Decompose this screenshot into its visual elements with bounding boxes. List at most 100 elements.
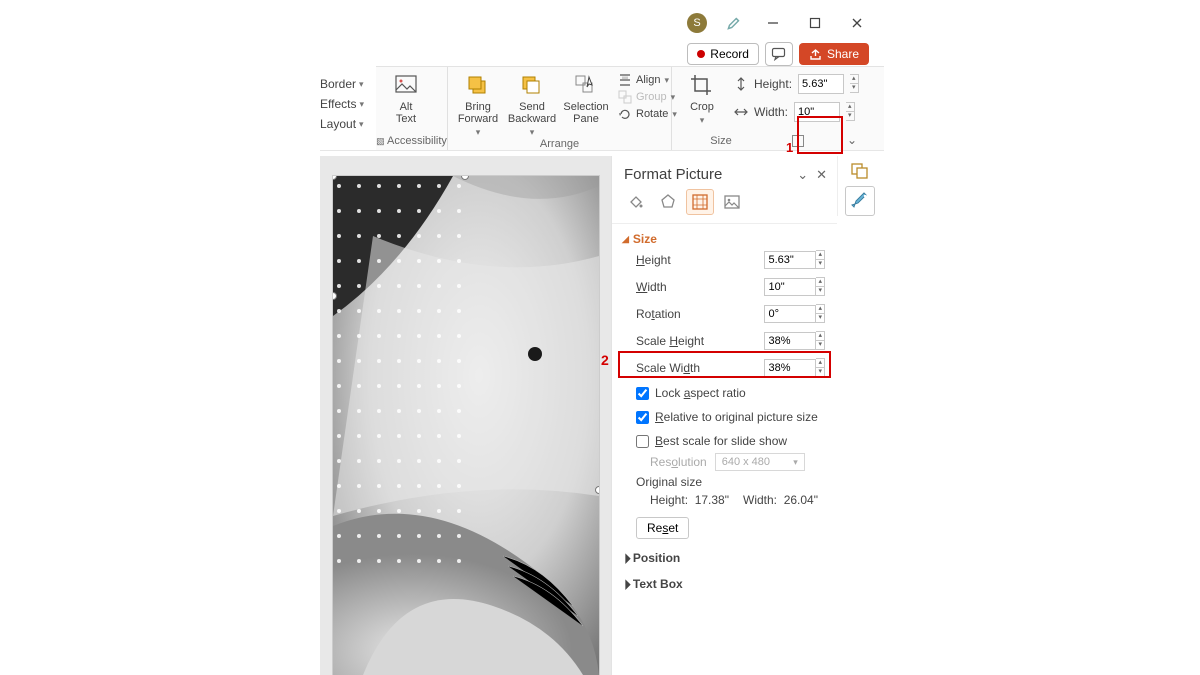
- spinner[interactable]: ▴▾: [816, 250, 825, 269]
- annotation-label-1: 1: [786, 140, 793, 155]
- layout-menu[interactable]: Layout▾: [320, 114, 364, 134]
- chevron-down-icon: ▾: [476, 127, 481, 138]
- width-field: Width ▴▾: [622, 273, 829, 300]
- size-properties-icon: [691, 193, 709, 211]
- relative-original-checkbox[interactable]: [636, 411, 649, 424]
- size-section-header[interactable]: ◢ Size: [622, 232, 829, 246]
- spinner[interactable]: ▴▾: [816, 331, 825, 350]
- ribbon-group-arrange: Bring Forward ▾ Send Backward ▾ Selectio…: [448, 67, 672, 151]
- effects-menu[interactable]: Effects▾: [320, 94, 364, 114]
- align-icon: [618, 73, 632, 87]
- group-menu[interactable]: Group▾: [618, 90, 677, 104]
- send-backward-button[interactable]: Send Backward ▾: [510, 73, 554, 138]
- selection-pane-icon: [573, 73, 599, 99]
- pane-title: Format Picture: [624, 166, 722, 183]
- chevron-down-icon: ▾: [530, 127, 535, 138]
- designer-icon: [850, 191, 870, 211]
- best-scale-checkbox[interactable]: [636, 435, 649, 448]
- textbox-section-header[interactable]: ◢ Text Box: [622, 577, 829, 591]
- annotation-box-2: [618, 351, 831, 378]
- border-menu[interactable]: Border▾: [320, 74, 364, 94]
- resolution-row: Resolution 640 x 480 ▾: [622, 453, 829, 471]
- paint-bucket-icon: [627, 193, 645, 211]
- chevron-down-icon: ▾: [793, 457, 798, 468]
- ribbon-height-input[interactable]: [798, 74, 844, 94]
- align-menu[interactable]: Align▾: [618, 73, 677, 87]
- designer-button[interactable]: [845, 186, 875, 216]
- pane-close-button[interactable]: ✕: [816, 167, 827, 183]
- share-button[interactable]: Share: [799, 43, 869, 65]
- record-button[interactable]: Record: [687, 43, 759, 65]
- send-backward-icon: [519, 73, 545, 99]
- title-bar: S: [687, 8, 869, 38]
- record-dot-icon: [697, 50, 705, 58]
- picture-format-left-labels: Border▾ Effects▾ Layout▾: [320, 74, 364, 134]
- relative-original-row: Relative to original picture size: [622, 405, 829, 429]
- user-avatar[interactable]: S: [687, 13, 707, 33]
- tab-size-properties[interactable]: [686, 189, 714, 215]
- spinner[interactable]: ▴▾: [816, 277, 825, 296]
- pentagon-icon: [659, 193, 677, 211]
- pane-options-button[interactable]: ⌄: [797, 167, 808, 183]
- arrange-small-stack: Align▾ Group▾ Rotate▾: [618, 73, 677, 121]
- triangle-right-icon: ◢: [619, 552, 632, 565]
- rotate-menu[interactable]: Rotate▾: [618, 107, 677, 121]
- ribbon-height-row: Height: ▴▾: [734, 74, 859, 94]
- lock-aspect-ratio-row: Lock aspect ratio: [622, 381, 829, 405]
- alt-text-button[interactable]: Alt Text: [384, 73, 428, 125]
- tab-effects[interactable]: [654, 189, 682, 215]
- triangle-down-icon: ◢: [622, 234, 629, 245]
- chevron-down-icon: ▾: [700, 115, 705, 126]
- best-scale-row: Best scale for slide show: [622, 429, 829, 453]
- slide-editor: [320, 156, 611, 675]
- rotation-input[interactable]: [764, 305, 816, 323]
- position-section: ◢ Position: [612, 543, 837, 569]
- close-button[interactable]: [845, 11, 869, 35]
- selection-pane-button[interactable]: Selection Pane: [564, 73, 608, 125]
- tab-picture[interactable]: [718, 189, 746, 215]
- scale-height-field: Scale Height ▴▾: [622, 327, 829, 354]
- scale-height-input[interactable]: [764, 332, 816, 350]
- width-input[interactable]: [764, 278, 816, 296]
- annotation-box-1: [797, 116, 843, 154]
- crop-button[interactable]: Crop ▾: [680, 73, 724, 126]
- height-icon: [734, 77, 748, 91]
- pane-tabs: [612, 189, 837, 224]
- share-label: Share: [827, 47, 859, 61]
- size-section: ◢ Size Height ▴▾ Width ▴▾ Rotation ▴▾ Sc…: [612, 224, 837, 543]
- comments-button[interactable]: [765, 42, 793, 66]
- spinner[interactable]: ▴▾: [816, 304, 825, 323]
- spinner[interactable]: ▴▾: [850, 74, 859, 93]
- resolution-select: 640 x 480 ▾: [715, 453, 805, 471]
- pane-switcher-icon[interactable]: [850, 162, 870, 180]
- bring-forward-button[interactable]: Bring Forward ▾: [456, 73, 500, 138]
- app-window: S Record Share Border▾ Effects▾ Layout▾: [0, 0, 1200, 675]
- slide[interactable]: [333, 176, 599, 675]
- rotate-icon: [618, 107, 632, 121]
- group-icon: [618, 90, 632, 104]
- height-field: Height ▴▾: [622, 246, 829, 273]
- spinner[interactable]: ▴▾: [846, 102, 855, 121]
- height-input[interactable]: [764, 251, 816, 269]
- lock-aspect-ratio-checkbox[interactable]: [636, 387, 649, 400]
- eyedropper-icon[interactable]: [725, 14, 743, 32]
- minimize-button[interactable]: [761, 11, 785, 35]
- reset-button[interactable]: Reset: [636, 517, 689, 539]
- annotation-label-2: 2: [601, 352, 609, 368]
- position-section-header[interactable]: ◢ Position: [622, 551, 829, 565]
- maximize-button[interactable]: [803, 11, 827, 35]
- ribbon-group-label: ▧ Accessibility: [376, 135, 447, 151]
- rotation-field: Rotation ▴▾: [622, 300, 829, 327]
- right-strip: [837, 156, 881, 216]
- crop-icon: [689, 73, 715, 99]
- chevron-down-icon: ▾: [359, 74, 364, 94]
- triangle-right-icon: ◢: [619, 578, 632, 591]
- original-size-label: Original size: [622, 471, 829, 489]
- width-icon: [734, 105, 748, 119]
- ribbon-collapse-button[interactable]: ⌄: [847, 133, 857, 147]
- chevron-down-icon: ▾: [359, 114, 364, 134]
- pane-header: Format Picture ⌄ ✕: [612, 156, 837, 189]
- launcher-icon[interactable]: ▧: [376, 136, 385, 146]
- tab-fill-line[interactable]: [622, 189, 650, 215]
- alt-text-icon: [393, 73, 419, 99]
